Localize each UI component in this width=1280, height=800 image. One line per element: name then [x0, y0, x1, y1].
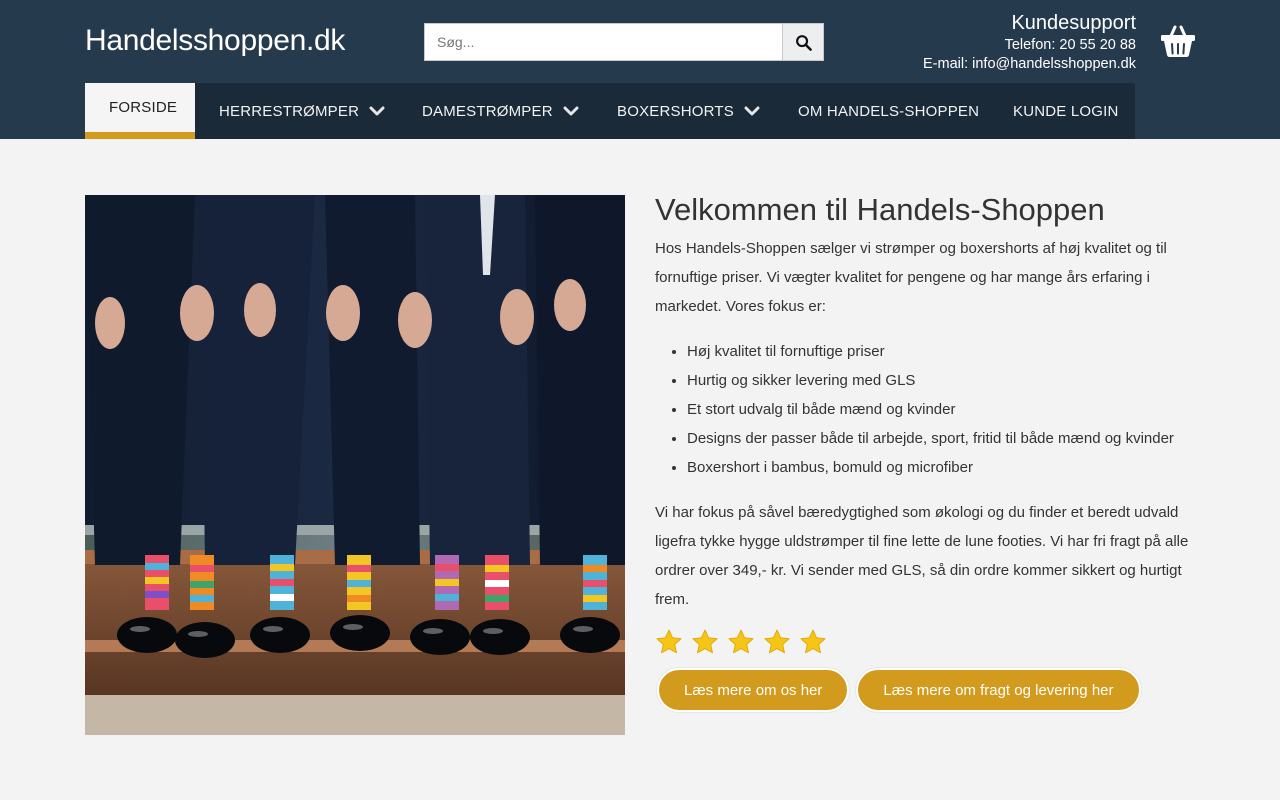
cta-buttons: Læs mere om os her Læs mere om fragt og … [657, 668, 1200, 712]
nav-label: HERRESTRØMPER [219, 102, 360, 120]
nav-item-herrestromper[interactable]: HERRESTRØMPER [195, 83, 398, 139]
nav-item-forside[interactable]: FORSIDE [85, 83, 195, 139]
nav-item-boxershorts[interactable]: BOXERSHORTS [593, 83, 774, 139]
nav-item-damestromper[interactable]: DAMESTRØMPER [398, 83, 593, 139]
basket-icon [1161, 25, 1195, 57]
support-phone[interactable]: Telefon: 20 55 20 88 [923, 36, 1136, 55]
list-item: Designs der passer både til arbejde, spo… [687, 424, 1200, 453]
chevron-down-icon [744, 106, 760, 116]
rating-stars [655, 628, 1200, 656]
chevron-down-icon [563, 106, 579, 116]
support-email[interactable]: E-mail: info@handelsshoppen.dk [923, 55, 1136, 74]
site-logo[interactable]: Handelsshoppen.dk [85, 24, 345, 58]
nav-label: BOXERSHORTS [617, 102, 734, 120]
nav-label: FORSIDE [109, 99, 178, 116]
star-icon [728, 629, 754, 654]
about-us-button[interactable]: Læs mere om os her [657, 668, 850, 712]
nav-item-kunde-login[interactable]: KUNDE LOGIN [989, 83, 1135, 139]
customer-support: Kundesupport Telefon: 20 55 20 88 E-mail… [923, 10, 1136, 74]
nav-label: KUNDE LOGIN [1013, 102, 1119, 120]
list-item: Boxershort i bambus, bomuld og microfibe… [687, 453, 1200, 482]
page-title: Velkommen til Handels-Shoppen [655, 192, 1105, 227]
body-text: Vi har fokus på såvel bæredygtighed som … [655, 504, 1189, 608]
chevron-down-icon [369, 106, 385, 116]
main-nav: FORSIDE HERRESTRØMPER DAMESTRØMPER BOXER… [85, 83, 1135, 139]
site-header: Handelsshoppen.dk Kundesupport Telefon: … [0, 0, 1280, 139]
support-title: Kundesupport [1011, 12, 1136, 34]
search-bar [424, 23, 824, 61]
intro-text: Hos Handels-Shoppen sælger vi strømper o… [655, 240, 1167, 315]
star-icon [764, 629, 790, 654]
hero-image-socks [85, 195, 625, 735]
list-item: Hurtig og sikker levering med GLS [687, 366, 1200, 395]
feature-list: Høj kvalitet til fornuftige priser Hurti… [655, 337, 1200, 482]
star-icon [800, 629, 826, 654]
nav-item-om-handels-shoppen[interactable]: OM HANDELS-SHOPPEN [774, 83, 989, 139]
shipping-info-button[interactable]: Læs mere om fragt og levering her [856, 668, 1141, 712]
search-icon [795, 34, 812, 51]
star-icon [656, 629, 682, 654]
list-item: Et stort udvalg til både mænd og kvinder [687, 395, 1200, 424]
welcome-section: Velkommen til Handels-Shoppen Hos Handel… [655, 190, 1200, 712]
search-input[interactable] [424, 23, 782, 61]
cart-button[interactable] [1160, 24, 1196, 58]
search-button[interactable] [782, 23, 824, 61]
list-item: Høj kvalitet til fornuftige priser [687, 337, 1200, 366]
star-icon [692, 629, 718, 654]
nav-label: DAMESTRØMPER [422, 102, 553, 120]
nav-label: OM HANDELS-SHOPPEN [798, 102, 980, 120]
